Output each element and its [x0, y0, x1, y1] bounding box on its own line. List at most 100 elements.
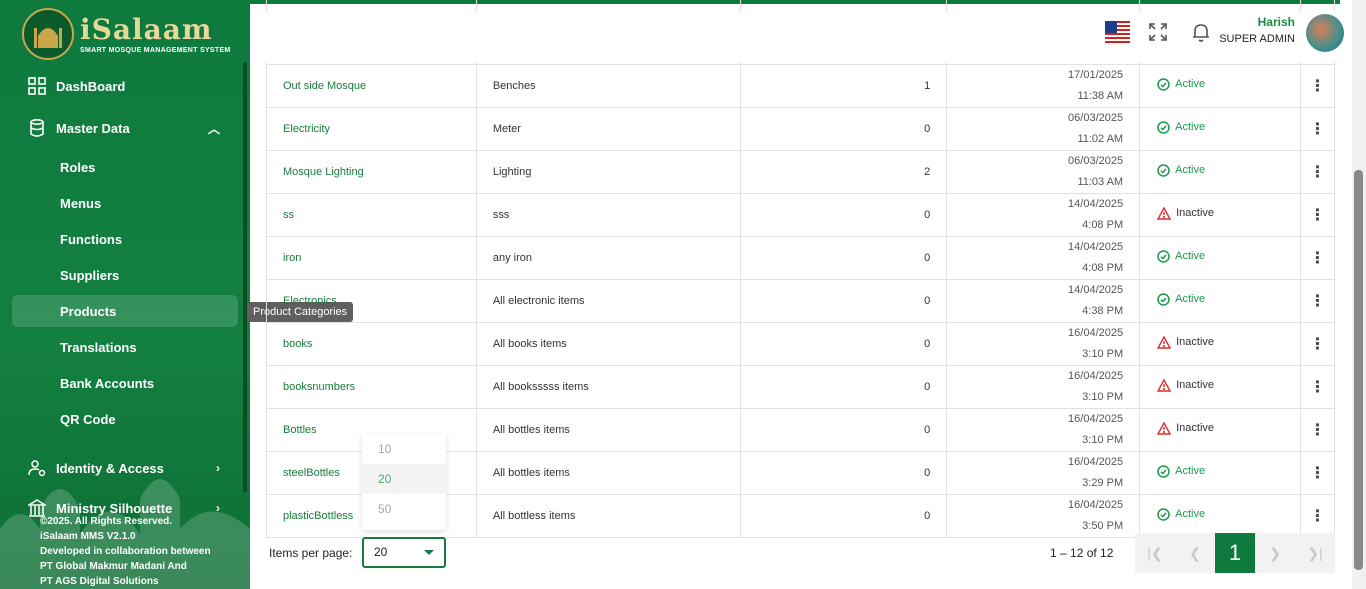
updated-time: 11:02 AM	[1077, 132, 1124, 145]
sidebar-item-qr-code[interactable]: QR Code	[12, 405, 238, 433]
check-circle-icon	[1157, 292, 1170, 306]
row-menu-button[interactable]: ⋮	[1299, 106, 1336, 151]
more-vertical-icon: ⋮	[1309, 206, 1326, 224]
status-badge: Active	[1157, 163, 1205, 177]
credits-text: PT AGS Digital Solutions	[40, 576, 159, 587]
user-role: SUPER ADMIN	[1219, 33, 1295, 45]
sidebar-item-translations[interactable]: Translations	[12, 333, 238, 361]
option-20[interactable]: 20	[362, 464, 446, 494]
first-page-button[interactable]: |❮	[1135, 533, 1175, 573]
updated-date: 16/04/2025	[1068, 455, 1124, 468]
check-circle-icon	[1157, 464, 1170, 478]
status-cell: Active	[1139, 106, 1301, 151]
updated-date-cell: 16/04/2025 3:50 PM	[946, 493, 1141, 538]
brand-logo[interactable]: iSalaam SMART MOSQUE MANAGEMENT SYSTEM	[22, 8, 231, 60]
table-row: ss sss 0 14/04/2025 4:08 PM Inactive ⋮	[266, 192, 1336, 237]
row-menu-button[interactable]: ⋮	[1299, 63, 1336, 108]
status-cell: Inactive	[1139, 192, 1301, 237]
check-circle-icon	[1157, 120, 1170, 134]
updated-date: 16/04/2025	[1068, 326, 1124, 339]
sidebar-item-identity-access[interactable]: Identity & Access ›	[12, 452, 238, 484]
status-text: Active	[1175, 293, 1206, 305]
category-name[interactable]: iron	[266, 235, 477, 280]
row-menu-button[interactable]: ⋮	[1299, 149, 1336, 194]
option-10[interactable]: 10	[362, 434, 446, 464]
check-circle-icon	[1157, 507, 1170, 521]
prev-page-button[interactable]: ❮	[1175, 533, 1215, 573]
us-flag-icon[interactable]	[1105, 21, 1130, 43]
category-name[interactable]: booksnumbers	[266, 364, 477, 409]
table-row: Out side Mosque Benches 1 17/01/2025 11:38 A…	[266, 63, 1336, 108]
status-cell: Active	[1139, 149, 1301, 194]
row-menu-button[interactable]: ⋮	[1299, 407, 1336, 452]
next-page-button[interactable]: ❯	[1255, 533, 1295, 573]
chevron-right-icon: ›	[216, 501, 220, 515]
status-badge: Inactive	[1157, 206, 1214, 220]
category-description: All bottles items	[475, 450, 741, 495]
category-name[interactable]: Electricity	[266, 106, 477, 151]
user-name[interactable]: Harish	[1220, 15, 1295, 29]
sidebar-item-menus[interactable]: Menus	[12, 189, 238, 217]
category-name[interactable]: books	[266, 321, 477, 366]
category-count: 0	[739, 450, 948, 495]
page-scrollbar-thumb[interactable]	[1354, 170, 1363, 570]
status-badge: Active	[1157, 249, 1205, 263]
option-50[interactable]: 50	[362, 494, 446, 524]
sidebar-item-roles[interactable]: Roles	[12, 153, 238, 181]
chevron-up-icon: ︿	[207, 121, 220, 136]
row-menu-button[interactable]: ⋮	[1299, 450, 1336, 495]
row-menu-button[interactable]: ⋮	[1299, 192, 1336, 237]
updated-time: 4:08 PM	[1082, 218, 1124, 231]
status-text: Active	[1175, 121, 1206, 133]
row-menu-button[interactable]: ⋮	[1299, 364, 1336, 409]
table-row: booksnumbers All booksssss items 0 16/04/20…	[266, 364, 1336, 409]
more-vertical-icon: ⋮	[1309, 163, 1326, 181]
updated-date-cell: 16/04/2025 3:29 PM	[946, 450, 1141, 495]
updated-date-cell: 14/04/2025 4:08 PM	[946, 235, 1141, 280]
category-name[interactable]: Mosque Lighting	[266, 149, 477, 194]
warning-triangle-icon	[1157, 378, 1172, 392]
row-menu-button[interactable]: ⋮	[1299, 278, 1336, 323]
sidebar-item-suppliers[interactable]: Suppliers	[12, 261, 238, 289]
status-text: Active	[1175, 78, 1206, 90]
avatar[interactable]	[1306, 14, 1344, 52]
status-text: Inactive	[1176, 336, 1215, 348]
row-menu-button[interactable]: ⋮	[1299, 493, 1336, 538]
updated-date: 17/01/2025	[1068, 68, 1124, 81]
sidebar-scrollbar[interactable]	[243, 62, 247, 492]
last-page-button[interactable]: ❯|	[1295, 533, 1335, 573]
updated-time: 3:10 PM	[1082, 433, 1124, 446]
table-row: Mosque Lighting Lighting 2 06/03/2025 11:03 …	[266, 149, 1336, 194]
category-description: Lighting	[475, 149, 741, 194]
fullscreen-icon[interactable]	[1148, 22, 1168, 42]
version-text: iSalaam MMS V2.1.0	[40, 531, 136, 542]
category-description: any iron	[475, 235, 741, 280]
row-menu-button[interactable]: ⋮	[1299, 235, 1336, 280]
pagination-range: 1 – 12 of 12	[1050, 546, 1114, 560]
sidebar-item-functions[interactable]: Functions	[12, 225, 238, 253]
warning-triangle-icon	[1157, 206, 1172, 220]
page-scrollbar[interactable]	[1352, 0, 1366, 589]
row-menu-button[interactable]: ⋮	[1299, 321, 1336, 366]
notification-bell-icon[interactable]	[1190, 21, 1212, 43]
more-vertical-icon: ⋮	[1309, 464, 1326, 482]
sidebar: iSalaam SMART MOSQUE MANAGEMENT SYSTEM D…	[0, 0, 250, 589]
table-row: Electricity Meter 0 06/03/2025 11:02 AM Activ…	[266, 106, 1336, 151]
category-description: All books items	[475, 321, 741, 366]
pager: |❮ ❮ 1 ❯ ❯|	[1135, 533, 1335, 573]
category-name[interactable]: Out side Mosque	[266, 63, 477, 108]
items-per-page-menu: 10 20 50	[362, 434, 446, 530]
status-badge: Active	[1157, 77, 1206, 91]
updated-date-cell: 16/04/2025 3:10 PM	[946, 364, 1141, 409]
updated-time: 3:50 PM	[1082, 519, 1124, 532]
sidebar-item-master-data[interactable]: Master Data ︿	[12, 112, 238, 144]
page-1-button[interactable]: 1	[1215, 533, 1255, 573]
check-circle-icon	[1157, 249, 1170, 263]
sidebar-item-dashboard[interactable]: DashBoard	[12, 70, 238, 102]
items-per-page-select[interactable]: 20	[362, 537, 446, 568]
sidebar-item-products[interactable]: Products	[12, 295, 238, 327]
sidebar-item-bank-accounts[interactable]: Bank Accounts	[12, 369, 238, 397]
category-name[interactable]: Electronics	[266, 278, 477, 323]
more-vertical-icon: ⋮	[1309, 421, 1326, 439]
category-name[interactable]: ss	[266, 192, 477, 237]
